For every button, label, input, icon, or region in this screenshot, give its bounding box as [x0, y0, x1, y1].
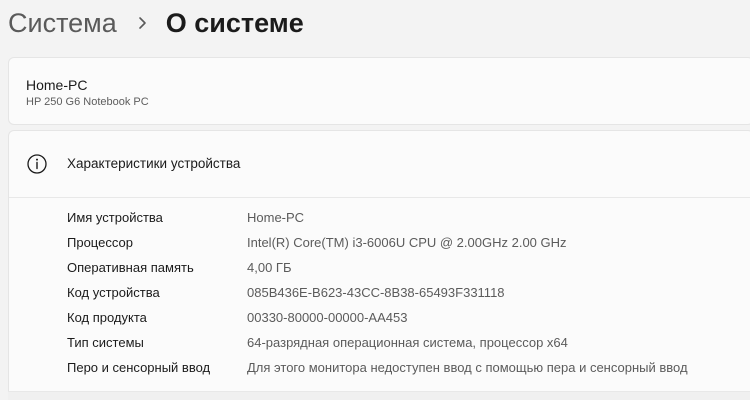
breadcrumb-system-link[interactable]: Система [8, 8, 117, 39]
spec-value: 4,00 ГБ [247, 260, 292, 275]
spec-row-system-type: Тип системы 64-разрядная операционная си… [9, 335, 750, 360]
spec-label: Имя устройства [67, 210, 163, 225]
device-card: Home-PC HP 250 G6 Notebook PC [8, 57, 750, 125]
device-specifications-title: Характеристики устройства [67, 156, 241, 171]
spec-value: Для этого монитора недоступен ввод с пом… [247, 360, 688, 375]
spec-label: Код устройства [67, 285, 160, 300]
spec-label: Код продукта [67, 310, 147, 325]
about-system-page: Система О системе Home-PC HP 250 G6 Note… [0, 0, 750, 400]
spec-row-ram: Оперативная память 4,00 ГБ [9, 260, 750, 285]
spec-value: Home-PC [247, 210, 305, 225]
page-title: О системе [165, 7, 304, 38]
spec-row-pen-touch: Перо и сенсорный ввод Для этого монитора… [9, 360, 750, 385]
spec-row-device-id: Код устройства 085B436E-B623-43CC-8B38-6… [9, 285, 750, 310]
spec-value: 64-разрядная операционная система, проце… [247, 335, 568, 350]
spec-row-processor: Процессор Intel(R) Core(TM) i3-6006U CPU… [9, 235, 750, 260]
spec-value: 085B436E-B623-43CC-8B38-65493F331118 [247, 285, 505, 300]
specifications-list: Имя устройства Home-PC Процессор Intel(R… [9, 210, 750, 385]
spec-label: Тип системы [67, 335, 144, 350]
device-model: HP 250 G6 Notebook PC [26, 96, 149, 108]
device-name: Home-PC [26, 77, 88, 93]
info-icon [27, 154, 47, 174]
spec-label: Оперативная память [67, 260, 194, 275]
spec-value: Intel(R) Core(TM) i3-6006U CPU @ 2.00GHz… [247, 235, 567, 250]
spec-label: Перо и сенсорный ввод [67, 360, 211, 375]
spec-label: Процессор [67, 235, 133, 250]
spec-row-device-name: Имя устройства Home-PC [9, 210, 750, 235]
card-divider [8, 391, 750, 400]
device-specifications-header[interactable]: Характеристики устройства [9, 131, 750, 198]
device-specifications-card: Характеристики устройства Имя устройства… [8, 130, 750, 400]
spec-row-product-id: Код продукта 00330-80000-00000-AA453 [9, 310, 750, 335]
spec-value: 00330-80000-00000-AA453 [247, 310, 408, 325]
chevron-right-icon [138, 17, 146, 29]
breadcrumb: Система О системе [8, 4, 304, 42]
